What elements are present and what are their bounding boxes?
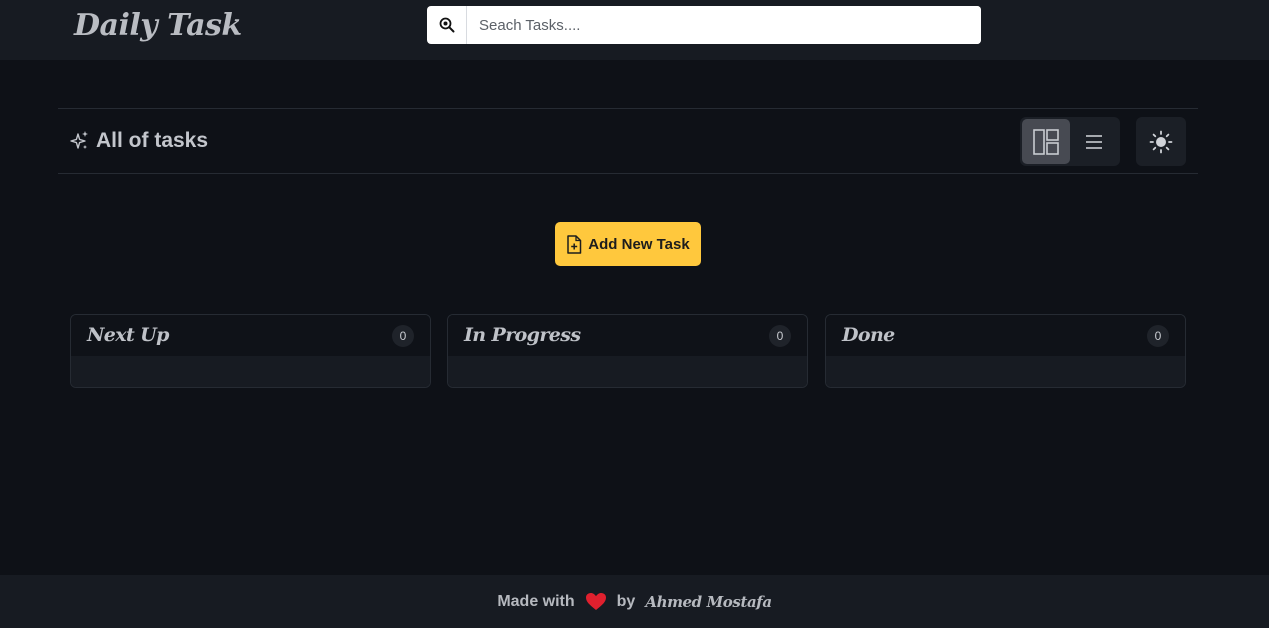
column-next-up: Next Up 0	[70, 314, 431, 388]
column-title: In Progress	[464, 324, 581, 346]
task-count-badge: 0	[392, 325, 414, 347]
footer-made-with: Made with	[497, 592, 575, 610]
add-new-task-button[interactable]: Add New Task	[555, 222, 701, 266]
search-button[interactable]	[427, 6, 467, 44]
brand-logo[interactable]: Daily Task	[74, 8, 242, 43]
add-new-task-label: Add New Task	[588, 235, 690, 253]
sparkles-icon	[70, 131, 88, 149]
file-plus-icon	[567, 234, 582, 254]
board-view-button[interactable]	[1022, 119, 1070, 164]
column-dropzone[interactable]	[448, 356, 807, 387]
view-toggle-group	[1020, 117, 1120, 166]
sun-icon	[1149, 130, 1173, 153]
page-title-text: All of tasks	[96, 129, 209, 152]
column-title: Next Up	[87, 324, 169, 346]
task-count-badge: 0	[769, 325, 791, 347]
column-dropzone[interactable]	[826, 356, 1185, 387]
column-done: Done 0	[825, 314, 1186, 388]
column-in-progress: In Progress 0	[447, 314, 808, 388]
board-layout-icon	[1033, 128, 1059, 155]
search-bar	[427, 6, 981, 44]
footer-by: by	[616, 592, 636, 610]
search-input[interactable]	[467, 6, 981, 44]
tasks-toolbar: All of tasks	[58, 108, 1198, 174]
footer-author[interactable]: Ahmed Mostafa	[645, 593, 772, 611]
page-title: All of tasks	[70, 129, 208, 153]
column-header: Done 0	[826, 315, 1185, 356]
column-title: Done	[842, 324, 895, 346]
task-count-badge: 0	[1147, 325, 1169, 347]
column-dropzone[interactable]	[71, 356, 430, 387]
heart-icon	[585, 593, 606, 610]
list-view-button[interactable]	[1070, 119, 1118, 164]
column-header: Next Up 0	[71, 315, 430, 356]
navbar: Daily Task	[0, 0, 1269, 60]
list-icon	[1086, 134, 1102, 149]
theme-toggle-button[interactable]	[1136, 117, 1186, 166]
search-icon	[439, 17, 454, 33]
footer: Made with by Ahmed Mostafa	[0, 575, 1269, 628]
column-header: In Progress 0	[448, 315, 807, 356]
